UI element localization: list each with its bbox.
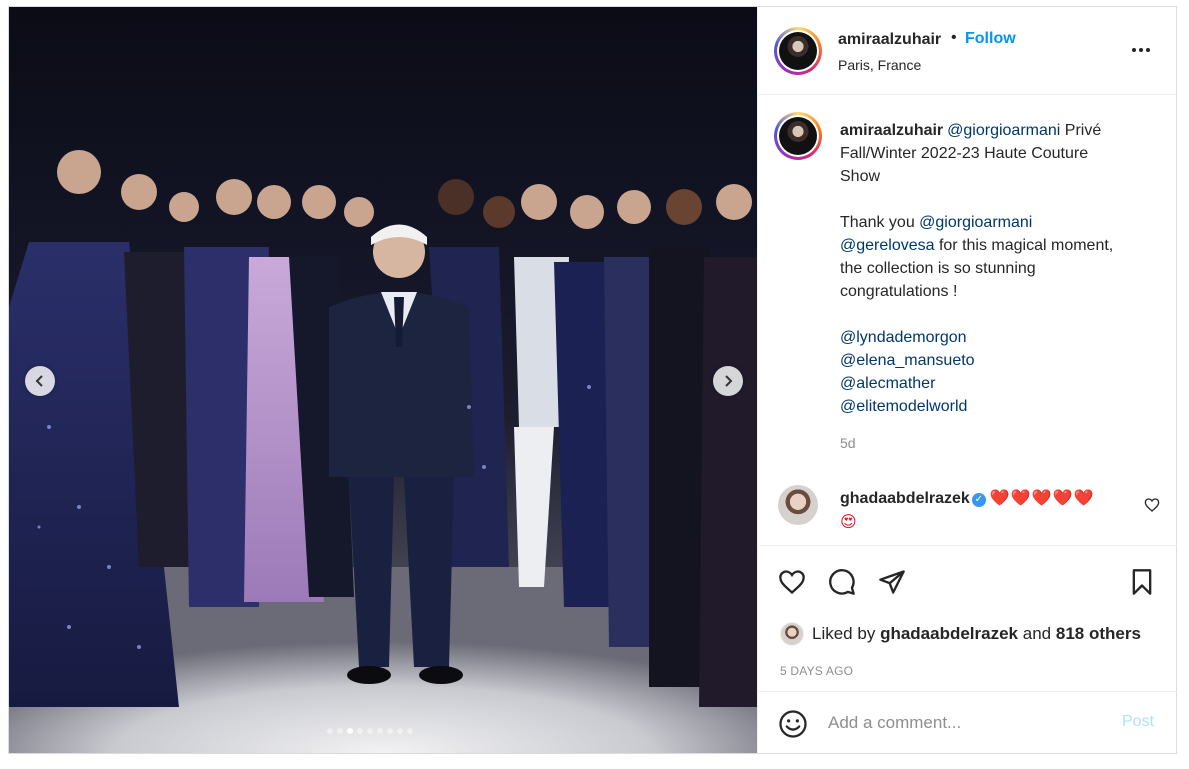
caption-tag[interactable]: @elena_mansueto <box>840 349 1158 372</box>
caption-age[interactable]: 5d <box>840 435 856 451</box>
paper-plane-icon <box>879 570 905 594</box>
carousel-dot <box>357 728 363 734</box>
like-button[interactable] <box>776 566 808 598</box>
liked-by-middle: and <box>1022 624 1052 643</box>
carousel-dot <box>337 728 343 734</box>
likes-summary: Liked by ghadaabdelrazek and 818 others <box>780 622 1141 646</box>
liked-by-user[interactable]: ghadaabdelrazek <box>880 624 1018 644</box>
follow-button[interactable]: Follow <box>965 30 1016 48</box>
post-caption: amiraalzuhair @giorgioarmani Privé Fall/W… <box>840 119 1158 418</box>
next-slide-button[interactable] <box>713 366 743 396</box>
carousel-dot <box>327 728 333 734</box>
post-actions: Liked by ghadaabdelrazek and 818 others … <box>758 545 1177 691</box>
author-username[interactable]: amiraalzuhair <box>838 31 941 49</box>
caption-author-avatar[interactable] <box>774 112 822 160</box>
caption-username[interactable]: amiraalzuhair <box>840 122 943 139</box>
caption-mention[interactable]: @giorgioarmani <box>919 214 1032 231</box>
heart-icon <box>779 570 805 595</box>
caption-text: for this magical moment, <box>934 237 1114 254</box>
post-image[interactable] <box>9 7 757 753</box>
caption-text: Show <box>840 168 881 185</box>
header-separator: • <box>951 29 957 46</box>
caption-text: the collection is so stunning <box>840 260 1036 277</box>
liker-avatar[interactable] <box>780 622 804 646</box>
carousel-dot <box>367 728 373 734</box>
post-dialog: amiraalzuhair • Follow Paris, France ami… <box>8 6 1177 754</box>
comment-input[interactable] <box>828 710 1108 736</box>
carousel-dot <box>387 728 393 734</box>
caption-section: amiraalzuhair @giorgioarmani Privé Fall/W… <box>758 96 1177 465</box>
comment-item: ghadaabdelrazek ✓ ❤️❤️❤️❤️❤️ 😍 <box>758 477 1177 547</box>
post-timestamp[interactable]: 5 DAYS AGO <box>780 664 853 678</box>
author-avatar[interactable] <box>774 27 822 75</box>
comment-text: ghadaabdelrazek ✓ ❤️❤️❤️❤️❤️ 😍 <box>840 486 1130 534</box>
likes-count-link[interactable]: 818 others <box>1056 624 1141 644</box>
commenter-avatar[interactable] <box>778 485 818 525</box>
add-comment-bar: Post <box>758 691 1177 753</box>
comment-like-heart-icon[interactable] <box>1144 497 1160 513</box>
share-button[interactable] <box>876 566 908 598</box>
previous-slide-button[interactable] <box>25 366 55 396</box>
comment-emoji: 😍 <box>840 512 858 531</box>
post-side-panel: amiraalzuhair • Follow Paris, France ami… <box>757 7 1177 753</box>
caption-text: Thank you <box>840 214 920 231</box>
bookmark-icon <box>1132 569 1152 595</box>
post-location[interactable]: Paris, France <box>838 57 921 73</box>
more-options-button[interactable] <box>1130 39 1152 61</box>
liked-by-prefix: Liked by <box>812 624 876 643</box>
more-horizontal-icon <box>1132 48 1150 52</box>
post-header: amiraalzuhair • Follow Paris, France <box>758 7 1176 95</box>
caption-tag[interactable]: @alecmather <box>840 372 1158 395</box>
commenter-username[interactable]: ghadaabdelrazek <box>840 490 970 507</box>
carousel-dot <box>407 728 413 734</box>
caption-mention[interactable]: @gerelovesa <box>840 237 935 254</box>
caption-tag[interactable]: @lyndademorgon <box>840 326 1158 349</box>
save-button[interactable] <box>1126 566 1158 598</box>
verified-badge-icon: ✓ <box>971 493 986 507</box>
comment-bubble-icon <box>829 569 855 595</box>
comment-button[interactable] <box>826 566 858 598</box>
post-comment-button[interactable]: Post <box>1122 713 1154 731</box>
emoji-icon[interactable] <box>778 709 808 739</box>
carousel-dot <box>377 728 383 734</box>
runway-photo <box>9 150 757 753</box>
caption-text: Fall/Winter 2022-23 Haute Couture <box>840 145 1089 162</box>
chevron-left-icon <box>35 375 43 387</box>
carousel-indicator <box>327 728 413 734</box>
carousel-dot <box>397 728 403 734</box>
comment-body: ❤️❤️❤️❤️❤️ <box>989 488 1095 507</box>
caption-text: Privé <box>1060 122 1102 139</box>
caption-mention[interactable]: @giorgioarmani <box>947 122 1060 139</box>
caption-tag[interactable]: @elitemodelworld <box>840 395 1158 418</box>
caption-text: congratulations ! <box>840 283 958 300</box>
chevron-right-icon <box>725 375 733 387</box>
carousel-dot <box>347 728 353 734</box>
